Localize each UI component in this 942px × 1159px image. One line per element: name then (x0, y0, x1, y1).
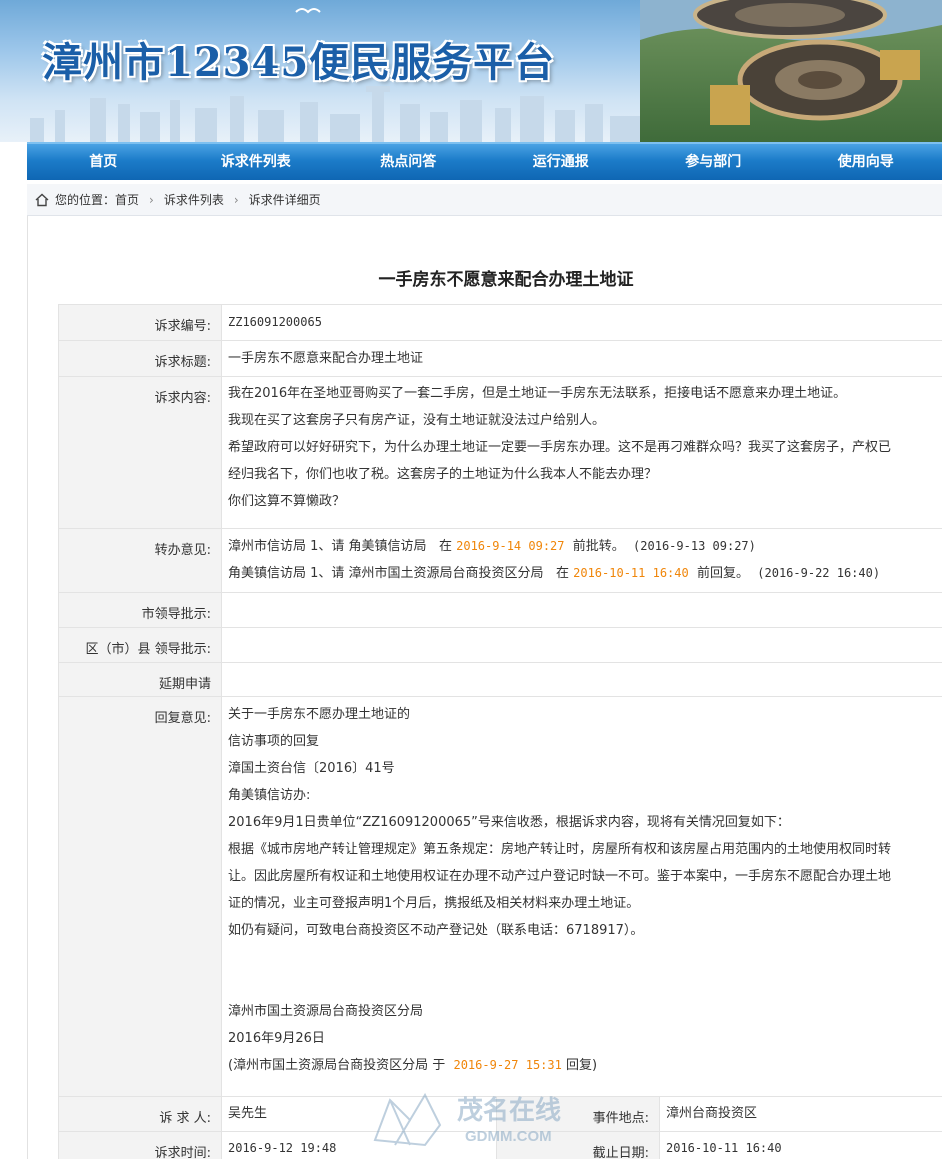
content-left-border (27, 216, 28, 1159)
transfer-from: 角美镇信访局 (228, 566, 307, 581)
transfer-action: 前回复。 (696, 566, 749, 581)
home-icon (35, 193, 49, 206)
label-subject: 诉求标题: (58, 340, 222, 377)
transfer-time: 2016-10-11 16:40 (573, 566, 689, 580)
transfer-action: 前批转。 (572, 539, 625, 554)
label-content: 诉求内容: (58, 376, 222, 529)
transfer-entry: 漳州市信访局 1、请 角美镇信访局 在 2016-9-14 09:27 前批转。… (228, 533, 936, 560)
label-transfer: 转办意见: (58, 528, 222, 593)
content-line: 我在2016年在圣地亚哥购买了一套二手房，但是土地证一手房东无法联系，拒接电话不… (228, 386, 847, 401)
reply-line: 关于一手房东不愿办理土地证的 (228, 707, 411, 722)
breadcrumb-current: 诉求件详细页 (248, 193, 321, 207)
transfer-text: 1、请 漳州市国土资源局台商投资区分局 (310, 566, 544, 581)
transfer-entry: 角美镇信访局 1、请 漳州市国土资源局台商投资区分局 在 2016-10-11 … (228, 560, 936, 587)
district-leader-value (221, 627, 942, 663)
tulou-photo (640, 0, 942, 142)
reply-footer-time: 2016-9-27 15:31 (453, 1058, 562, 1072)
label-reply: 回复意见: (58, 696, 222, 1097)
reply-line: 根据《城市房地产转让管理规定》第五条规定：房地产转让时，房屋所有权和该房屋占用范… (228, 842, 892, 857)
reply-line: 信访事项的回复 (228, 734, 320, 749)
extension-value (221, 662, 942, 697)
main-nav: 首页 诉求件列表 热点问答 运行通报 参与部门 使用向导 (27, 142, 942, 180)
row-subject: 诉求标题: 一手房东不愿意来配合办理土地证 (58, 340, 942, 377)
chevron-right-icon: › (149, 192, 154, 207)
request-detail-table: 诉求编号: ZZ16091200065 诉求标题: 一手房东不愿意来配合办理土地… (58, 304, 942, 1159)
row-city-leader: 市领导批示: (58, 592, 942, 628)
row-extension: 延期申请 (58, 662, 942, 697)
header-banner: 漳州市12345便民服务平台 (0, 0, 942, 142)
transfer-text: 1、请 角美镇信访局 (310, 539, 427, 554)
label-time: 诉求时间: (58, 1131, 222, 1159)
label-code: 诉求编号: (58, 304, 222, 341)
transfer-at: 在 (438, 539, 452, 554)
label-extension: 延期申请 (58, 662, 222, 697)
requester-value: 吴先生 (228, 1106, 268, 1121)
transfer-time: 2016-9-14 09:27 (456, 539, 565, 553)
reply-date: 2016年9月26日 (228, 1031, 325, 1046)
reply-footer-suffix: 回复) (566, 1058, 598, 1073)
transfer-at: 在 (555, 566, 569, 581)
breadcrumb: 您的位置： 首页 › 诉求件列表 › 诉求件详细页 (27, 184, 942, 216)
row-code: 诉求编号: ZZ16091200065 (58, 304, 942, 341)
nav-hot-qa[interactable]: 热点问答 (332, 144, 485, 180)
content-line: 你们这算不算懒政？ (228, 494, 346, 509)
reply-footer-prefix: (漳州市国土资源局台商投资区分局 于 (228, 1058, 446, 1073)
label-district-leader: 区（市）县 领导批示: (58, 627, 222, 663)
reply-spacer (228, 944, 936, 998)
time-value: 2016-9-12 19:48 (228, 1141, 337, 1155)
location-value: 漳州台商投资区 (666, 1106, 758, 1121)
nav-home[interactable]: 首页 (27, 144, 180, 180)
breadcrumb-home[interactable]: 首页 (115, 191, 139, 208)
row-district-leader: 区（市）县 领导批示: (58, 627, 942, 663)
reply-line: 2016年9月1日贵单位“ZZ16091200065”号来信收悉，根据诉求内容，… (228, 815, 790, 830)
city-leader-value (221, 592, 942, 628)
reply-line: 让。因此房屋所有权证和土地使用权证在办理不动产过户登记时缺一不可。鉴于本案中，一… (228, 869, 892, 884)
content-line: 经归我名下，你们也收了税。这套房子的土地证为什么我本人不能去办理？ (228, 467, 658, 482)
nav-guide[interactable]: 使用向导 (790, 144, 942, 180)
breadcrumb-prefix: 您的位置： (55, 193, 116, 207)
label-location: 事件地点: (496, 1096, 660, 1132)
reply-line: 如仍有疑问，可致电台商投资区不动产登记处（联系电话：6718917）。 (228, 923, 644, 938)
nav-request-list[interactable]: 诉求件列表 (180, 144, 333, 180)
row-content: 诉求内容: 我在2016年在圣地亚哥购买了一套二手房，但是土地证一手房东无法联系… (58, 376, 942, 529)
row-time: 诉求时间: 2016-9-12 19:48 截止日期: 2016-10-11 1… (58, 1131, 942, 1159)
content-line: 希望政府可以好好研究下，为什么办理土地证一定要一手房东办理。这不是再刁难群众吗？… (228, 440, 892, 455)
row-reply: 回复意见: 关于一手房东不愿办理土地证的 信访事项的回复 漳国土资台信〔2016… (58, 696, 942, 1097)
label-requester: 诉 求 人: (58, 1096, 222, 1132)
site-title: 漳州市12345便民服务平台 (42, 39, 556, 86)
page-title: 一手房东不愿意来配合办理土地证 (378, 270, 634, 290)
nav-departments[interactable]: 参与部门 (637, 144, 790, 180)
label-city-leader: 市领导批示: (58, 592, 222, 628)
transfer-stamp: (2016-9-22 16:40) (757, 566, 881, 580)
breadcrumb-request-list[interactable]: 诉求件列表 (164, 191, 224, 208)
row-transfer: 转办意见: 漳州市信访局 1、请 角美镇信访局 在 2016-9-14 09:2… (58, 528, 942, 593)
request-code: ZZ16091200065 (228, 315, 322, 329)
request-subject: 一手房东不愿意来配合办理土地证 (228, 351, 424, 366)
chevron-right-icon: › (233, 192, 239, 207)
reply-organization: 漳州市国土资源局台商投资区分局 (228, 1004, 424, 1019)
reply-line: 证的情况，业主可登报声明1个月后，携报纸及相关材料来办理土地证。 (228, 896, 640, 911)
reply-line: 漳国土资台信〔2016〕41号 (228, 761, 395, 776)
transfer-stamp: (2016-9-13 09:27) (633, 539, 756, 553)
deadline-value: 2016-10-11 16:40 (666, 1141, 782, 1155)
content-line: 我现在买了这套房子只有房产证，没有土地证就没法过户给别人。 (228, 413, 606, 428)
nav-operation-report[interactable]: 运行通报 (485, 144, 638, 180)
transfer-from: 漳州市信访局 (228, 539, 307, 554)
reply-line: 角美镇信访办: (228, 788, 311, 803)
label-deadline: 截止日期: (496, 1131, 660, 1159)
reply-footer: (漳州市国土资源局台商投资区分局 于 2016-9-27 15:31 回复) (228, 1052, 936, 1079)
row-requester: 诉 求 人: 吴先生 事件地点: 漳州台商投资区 (58, 1096, 942, 1132)
